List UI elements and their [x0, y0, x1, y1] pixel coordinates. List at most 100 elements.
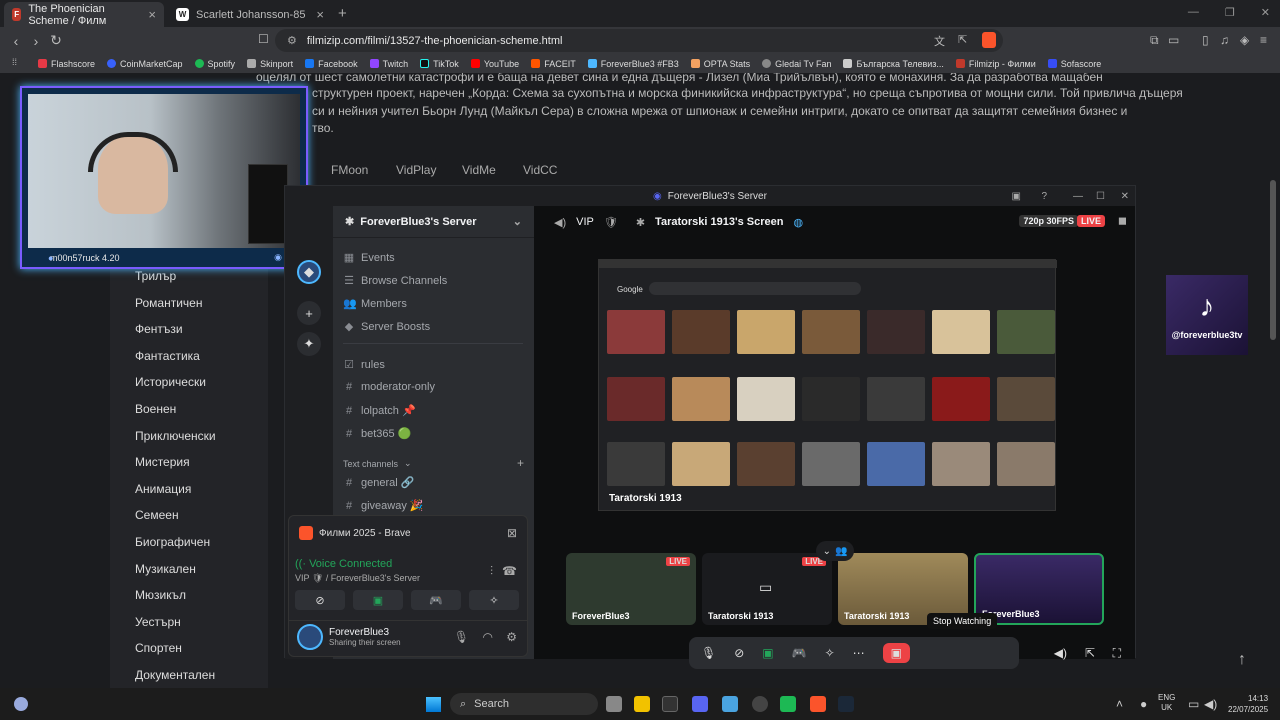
extensions-icon[interactable]: ⧉: [1150, 33, 1159, 48]
vpn-icon[interactable]: ◈: [1240, 33, 1249, 47]
genre-item[interactable]: Уестърн: [135, 615, 181, 629]
microphone-icon[interactable]: 🎙: [701, 646, 716, 660]
reload-icon[interactable]: ↻: [46, 32, 66, 49]
server-foreverblue3-icon[interactable]: ◆: [297, 260, 321, 284]
headphones-icon[interactable]: ◠: [483, 630, 493, 644]
steam-icon[interactable]: [838, 696, 854, 712]
genre-item[interactable]: Приключенски: [135, 429, 216, 443]
menu-browse-channels[interactable]: ☰ Browse Channels: [343, 274, 447, 288]
windows-start-icon[interactable]: [426, 697, 441, 712]
clock[interactable]: 14:13 22/07/2025: [1228, 693, 1268, 715]
channel-lolpatch[interactable]: # lolpatch 📌: [343, 404, 416, 418]
server-header[interactable]: ✱ ForeverBlue3's Server ⌄: [333, 206, 534, 238]
forward-icon[interactable]: ›: [26, 33, 46, 49]
voice-location[interactable]: VIP 🛡 / ForeverBlue3's Server: [295, 573, 420, 584]
menu-server-boosts[interactable]: ◆ Server Boosts: [343, 320, 430, 334]
bookmark-icon[interactable]: ☐: [258, 32, 269, 46]
location-icon[interactable]: ●: [1140, 697, 1147, 711]
channel-general[interactable]: # general 🔗: [343, 476, 415, 490]
close-window-icon[interactable]: ✕: [1261, 6, 1270, 19]
tray-overflow-icon[interactable]: ˄: [1116, 697, 1123, 711]
language-indicator[interactable]: ENG UK: [1158, 693, 1175, 713]
text-channels-category[interactable]: Text channels ⌄: [343, 458, 412, 469]
channel-rules[interactable]: ☑ rules: [343, 358, 385, 372]
chat-icon[interactable]: ◼: [1118, 214, 1127, 227]
bookmark-filmizip[interactable]: Filmizip - Филми: [955, 59, 1036, 69]
volume-icon[interactable]: ◀): [1054, 646, 1067, 660]
playlist-icon[interactable]: ▯: [1202, 33, 1209, 47]
bookmark-gledai[interactable]: Gledai Tv Fan: [762, 59, 831, 69]
close-tab-icon[interactable]: ×: [148, 7, 156, 22]
sidebar-icon[interactable]: ▭: [1168, 33, 1179, 47]
maximize-icon[interactable]: ☐: [1096, 191, 1105, 202]
tab-vidme[interactable]: VidMe: [462, 163, 496, 177]
menu-members[interactable]: 👥 Members: [343, 297, 407, 311]
help-icon[interactable]: ?: [1041, 191, 1047, 202]
stop-watching-button[interactable]: ▣: [882, 643, 910, 663]
avatar[interactable]: [297, 624, 323, 650]
inbox-icon[interactable]: ▣: [1012, 191, 1021, 202]
taskbar-search[interactable]: ⌕ Search: [450, 693, 598, 715]
genre-item[interactable]: Романтичен: [135, 296, 202, 310]
address-bar[interactable]: ⚙ filmizip.com/filmi/13527-the-phoenicia…: [275, 29, 1003, 52]
channel-giveaway[interactable]: # giveaway 🎉: [343, 499, 424, 513]
brave-shield-icon[interactable]: [982, 32, 996, 48]
add-server-icon[interactable]: +: [297, 301, 321, 325]
tab-vidplay[interactable]: VidPlay: [396, 163, 436, 177]
translate-icon[interactable]: 文: [934, 33, 945, 49]
tab-phoenician-scheme[interactable]: F The Phoenician Scheme / Филм ×: [4, 2, 164, 27]
bookmark-spotify[interactable]: Spotify: [194, 59, 235, 69]
tab-fmoon[interactable]: FMoon: [331, 163, 368, 177]
bookmark-twitch[interactable]: Twitch: [369, 59, 408, 69]
fullscreen-icon[interactable]: ⛶: [1113, 646, 1121, 661]
noise-suppression-icon[interactable]: ⫶: [490, 564, 493, 579]
close-icon[interactable]: ⊠: [507, 526, 517, 540]
bookmark-skinport[interactable]: Skinport: [247, 59, 293, 69]
widgets-icon[interactable]: [14, 697, 28, 711]
genre-item[interactable]: Мистерия: [135, 455, 190, 469]
bookmark-tiktok[interactable]: TikTok: [420, 59, 459, 69]
file-explorer-icon[interactable]: [634, 696, 650, 712]
bookmark-bg-tv[interactable]: Българска Телевиз...: [843, 59, 944, 69]
camera-off-icon[interactable]: ⊘: [734, 646, 744, 660]
soundboard-button[interactable]: ✧: [469, 590, 519, 610]
network-icon[interactable]: ▭: [1188, 697, 1199, 711]
back-icon[interactable]: ‹: [6, 33, 26, 49]
scroll-top-icon[interactable]: ↑: [1238, 651, 1246, 669]
bookmark-facebook[interactable]: Facebook: [305, 59, 358, 69]
genre-item[interactable]: Документален: [135, 668, 215, 682]
obs-icon[interactable]: [752, 696, 768, 712]
genre-item[interactable]: Фентъзи: [135, 322, 183, 336]
bookmark-youtube[interactable]: YouTube: [470, 59, 519, 69]
genre-item[interactable]: Анимация: [135, 482, 191, 496]
tab-scarlett[interactable]: W Scarlett Johansson-8588 - Scarlett Jo …: [168, 2, 332, 27]
terminal-icon[interactable]: [662, 696, 678, 712]
add-channel-icon[interactable]: +: [517, 456, 524, 470]
genre-item[interactable]: Трилър: [135, 269, 176, 283]
screen-share-icon[interactable]: ▣: [762, 646, 773, 660]
collapse-members-button[interactable]: ⌄ 👥: [816, 541, 854, 561]
tab-vidcc[interactable]: VidCC: [523, 163, 557, 177]
menu-icon[interactable]: ≡: [1260, 33, 1267, 47]
restore-icon[interactable]: ❐: [1225, 6, 1235, 19]
soundboard-icon[interactable]: ✧: [825, 646, 835, 660]
new-tab-icon[interactable]: +: [338, 5, 347, 22]
apps-grid-icon[interactable]: ⁞⁞: [12, 57, 17, 67]
stream-tile-2[interactable]: LIVE ▭ Taratorski 1913: [702, 553, 832, 625]
bookmark-foreverblue3[interactable]: ForeverBlue3 #FB3: [587, 59, 679, 69]
discord-taskbar-icon[interactable]: [692, 696, 708, 712]
brave-taskbar-icon[interactable]: [810, 696, 826, 712]
bookmark-faceit[interactable]: FACEIT: [531, 59, 576, 69]
vscode-icon[interactable]: [722, 696, 738, 712]
stream-tile-1[interactable]: LIVE ForeverBlue3: [566, 553, 696, 625]
close-tab-icon[interactable]: ×: [316, 7, 324, 22]
microphone-icon[interactable]: 🎙: [454, 630, 469, 644]
genre-item[interactable]: Фантастика: [135, 349, 200, 363]
genre-item[interactable]: Мюзикъл: [135, 588, 186, 602]
genre-item[interactable]: Музикален: [135, 562, 196, 576]
close-icon[interactable]: ✕: [1121, 191, 1129, 202]
explore-icon[interactable]: ✦: [297, 332, 321, 356]
activity-button[interactable]: 🎮: [411, 590, 461, 610]
genre-item[interactable]: Исторически: [135, 375, 206, 389]
volume-icon[interactable]: ◀): [1204, 697, 1217, 711]
